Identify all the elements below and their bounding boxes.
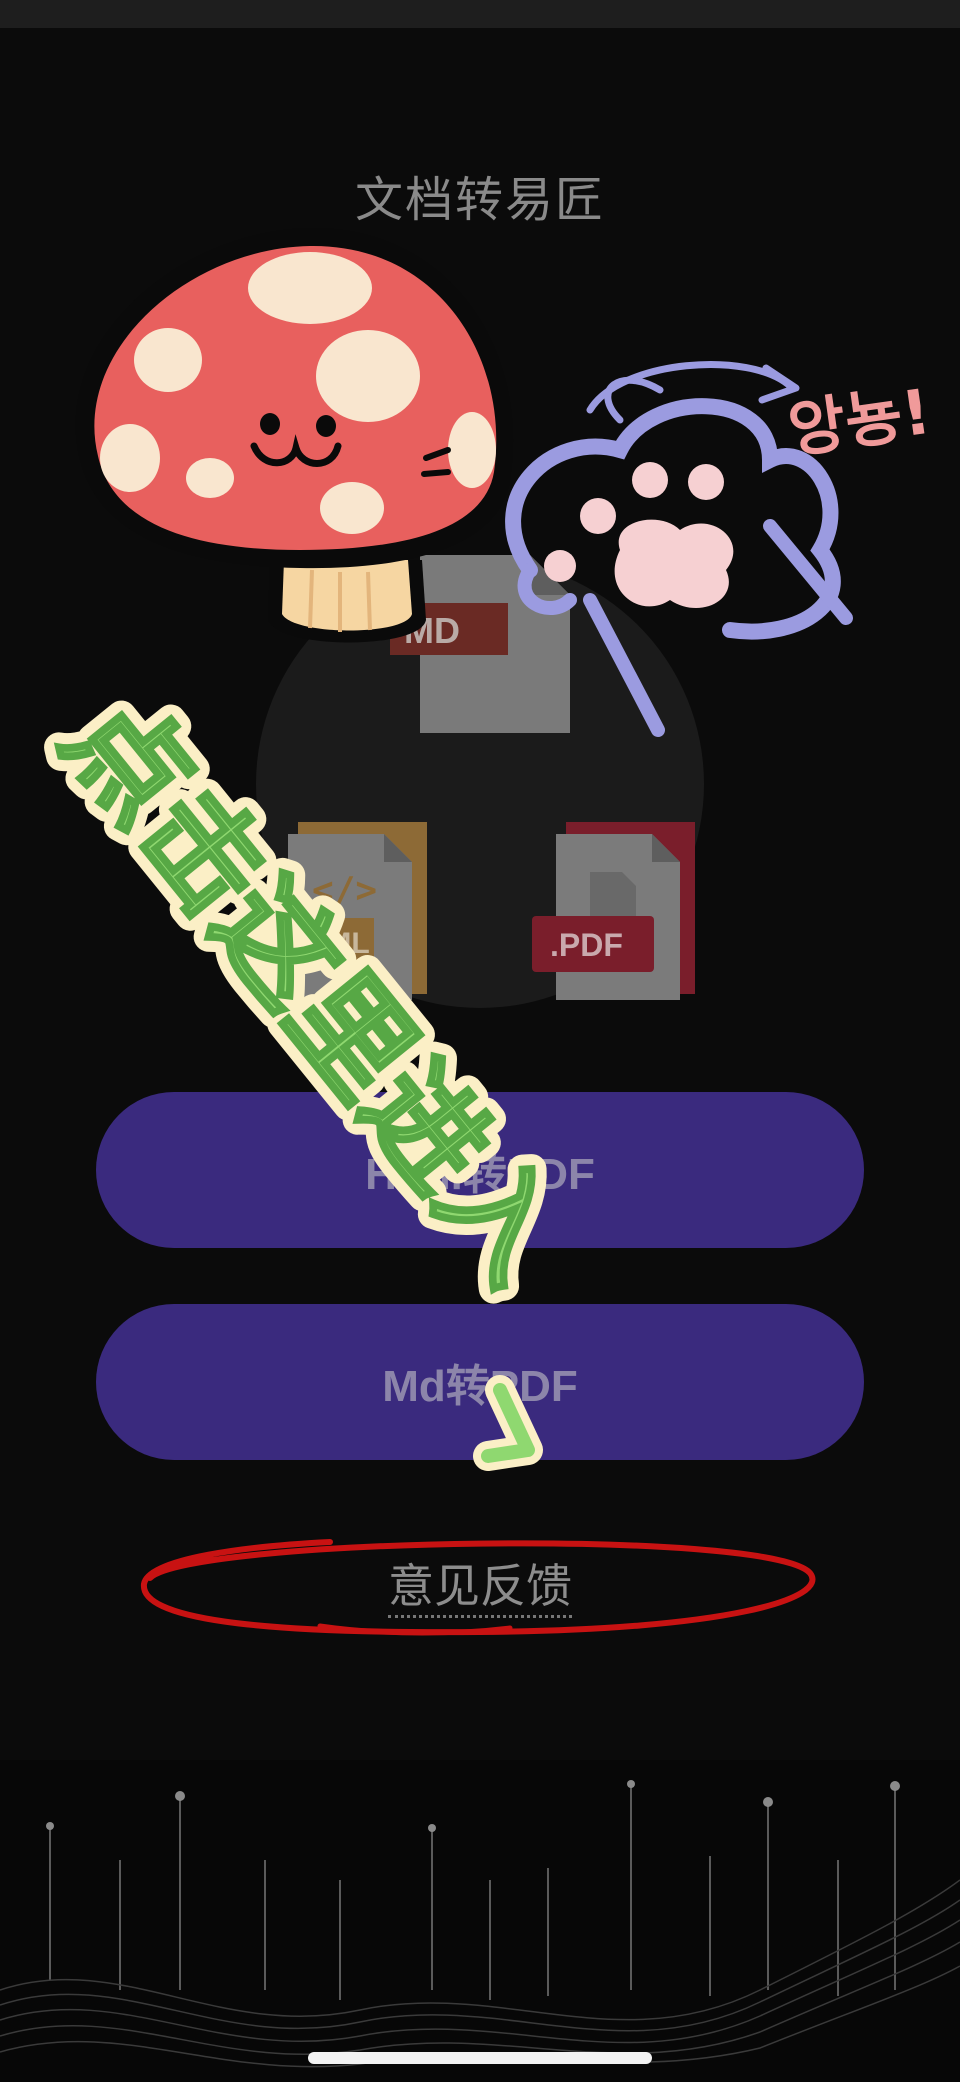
pdf-file-label: .PDF (550, 927, 623, 963)
home-indicator[interactable] (308, 2052, 652, 2064)
korean-sticker-text: 앙뇽! (784, 375, 935, 467)
md-to-pdf-button[interactable]: Md转PDF (96, 1304, 864, 1460)
code-glyph-icon: </> (312, 870, 377, 911)
html-file-label: TML (308, 927, 370, 960)
feedback-link[interactable]: 意见反馈 (0, 1550, 960, 1618)
md-file-label: MD (404, 610, 460, 651)
page-title: 文档转易匠 (354, 172, 605, 228)
feedback-label[interactable]: 意见反馈 (388, 1559, 572, 1618)
wave-visualization (0, 1760, 960, 2082)
html-to-pdf-button[interactable]: Html转PDF (96, 1092, 864, 1248)
html-file-icon[interactable]: </> TML (262, 822, 432, 1002)
pdf-file-icon[interactable]: .PDF (530, 822, 700, 1002)
md-file-icon[interactable]: MD (390, 555, 580, 735)
status-bar (0, 0, 960, 28)
